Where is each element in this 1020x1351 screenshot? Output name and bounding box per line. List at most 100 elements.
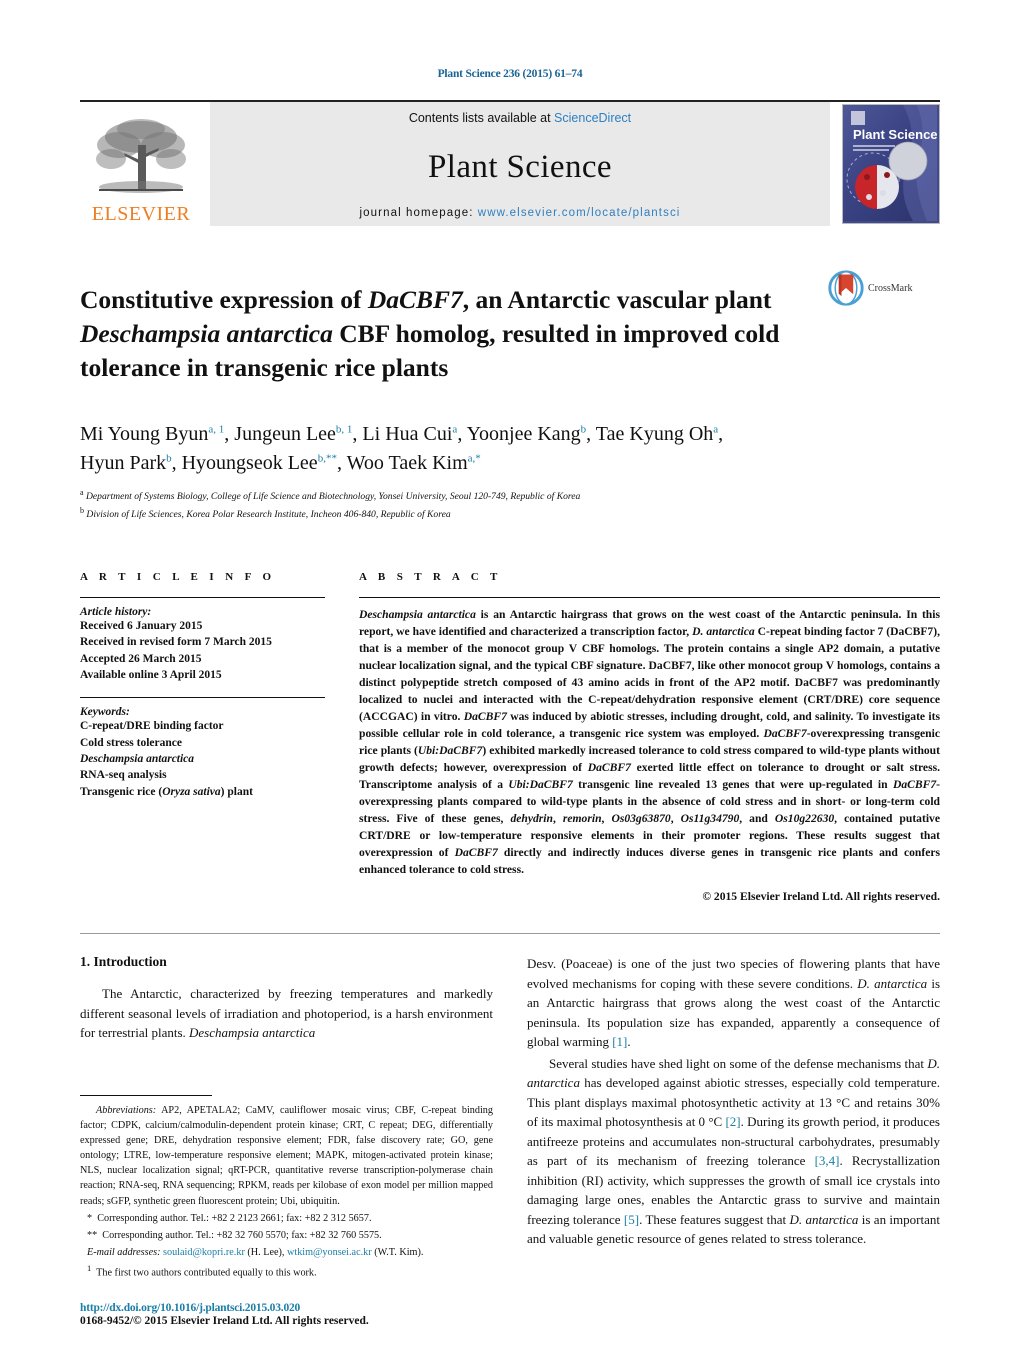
affiliation-b-marker: b (80, 505, 84, 515)
doi-block: http://dx.doi.org/10.1016/j.plantsci.201… (80, 1302, 493, 1327)
title-part-4: tolerance in transgenic rice plants (80, 352, 449, 382)
running-head: Plant Science 236 (2015) 61–74 (437, 68, 583, 80)
doi-link[interactable]: http://dx.doi.org/10.1016/j.plantsci.201… (80, 1302, 493, 1314)
homepage-prefix: journal homepage: (359, 207, 478, 219)
affiliation-a-text: Department of Systems Biology, College o… (85, 491, 581, 503)
section-title-introduction: 1. Introduction (80, 954, 167, 970)
footnote-area: Abbreviations: AP2, APETALA2; CaMV, caul… (80, 1094, 493, 1327)
abbreviations-text: AP2, APETALA2; CaMV, cauliflower mosaic … (80, 1104, 493, 1207)
footnote-abbreviations: Abbreviations: AP2, APETALA2; CaMV, caul… (80, 1103, 493, 1209)
history-received: Received 6 January 2015 (80, 619, 203, 632)
contents-lists-line: Contents lists available at ScienceDirec… (409, 111, 631, 125)
abstract-column: A B S T R A C T Deschampsia antarctica i… (359, 570, 940, 904)
article-info-rule-top (80, 596, 325, 598)
email-link-2[interactable]: wtkim@yonsei.ac.kr (287, 1247, 372, 1258)
title-row: Constitutive expression of DaCBF7, an An… (80, 266, 940, 402)
journal-masthead: ELSEVIER Contents lists available at Sci… (80, 100, 940, 226)
history-revised: Received in revised form 7 March 2015 (80, 636, 272, 649)
keyword-3: Deschampsia antarctica (80, 751, 325, 767)
footnote-emails: E-mail addresses: soulaid@kopri.re.kr (H… (80, 1245, 493, 1260)
email-2-who: (W.T. Kim). (371, 1246, 424, 1258)
author-4-sup: b (580, 423, 587, 436)
article-info-heading: A R T I C L E I N F O (80, 570, 276, 583)
info-abstract-row: A R T I C L E I N F O Article history: R… (80, 570, 940, 904)
crossmark-badge[interactable]: CrossMark (828, 266, 940, 306)
history-online: Available online 3 April 2015 (80, 668, 222, 681)
journal-title: Plant Science (428, 148, 612, 185)
affiliation-a-marker: a (80, 487, 84, 497)
author-7: Hyoungseok Leeb,**, (181, 451, 347, 474)
svg-text:Plant Science: Plant Science (853, 127, 937, 142)
corr1-text: Corresponding author. Tel.: +82 2 2123 2… (97, 1212, 372, 1224)
abstract-copyright: © 2015 Elsevier Ireland Ltd. All rights … (702, 890, 940, 904)
citation-2[interactable]: [2] (725, 1114, 740, 1129)
body-column-left: 1. Introduction The Antarctic, character… (80, 954, 493, 1327)
article-info-rule-mid (80, 697, 325, 699)
body-columns: 1. Introduction The Antarctic, character… (80, 954, 940, 1327)
author-3-sup: a (452, 423, 458, 436)
footnote-corresponding-2: ** Corresponding author. Tel.: +82 32 76… (80, 1228, 493, 1243)
author-2: Jungeun Leeb, 1, (234, 422, 363, 445)
citation-1[interactable]: [1] (612, 1034, 627, 1049)
elsevier-logo: ELSEVIER (80, 102, 202, 226)
contents-prefix: Contents lists available at (408, 111, 555, 125)
corr2-marker: ** (87, 1229, 98, 1241)
author-5-sup: a (713, 423, 719, 436)
journal-homepage-line: journal homepage: www.elsevier.com/locat… (360, 207, 681, 219)
article-page: Plant Science 236 (2015) 61–74 ELSEVIER … (0, 0, 1020, 1351)
keyword-4: RNA-seq analysis (80, 769, 167, 782)
journal-cover-art: Plant Science (843, 105, 938, 221)
footnote-corresponding-1: * Corresponding author. Tel.: +82 2 2123… (80, 1211, 493, 1226)
affiliation-b-text: Division of Life Sciences, Korea Polar R… (86, 509, 451, 521)
author-7-sup: b,** (317, 452, 337, 465)
email-link-1[interactable]: soulaid@kopri.re.kr (163, 1247, 245, 1258)
abstract-heading: A B S T R A C T (359, 570, 502, 583)
affiliation-list: a Department of Systems Biology, College… (80, 487, 940, 523)
author-2-sup: b, 1 (335, 423, 353, 436)
article-info-column: A R T I C L E I N F O Article history: R… (80, 571, 325, 904)
affiliation-a: a Department of Systems Biology, College… (80, 487, 940, 505)
elsevier-wordmark: ELSEVIER (91, 203, 191, 225)
email-1-who: (H. Lee), (244, 1246, 287, 1258)
body-column-right: Desv. (Poaceae) is one of the just two s… (527, 954, 940, 1327)
equal-text: The first two authors contributed equall… (96, 1267, 317, 1279)
body-separator-rule (80, 933, 940, 935)
title-part-1: Constitutive expression of (80, 285, 368, 315)
crossmark-label: CrossMark (868, 282, 913, 294)
title-species-name: Deschampsia antarctica (80, 318, 333, 348)
author-4: Yoonjee Kangb, (466, 422, 596, 445)
email-label: E-mail addresses: (87, 1246, 161, 1258)
author-6: Hyun Parkb, (80, 451, 182, 474)
title-gene-name: DaCBF7 (367, 285, 463, 315)
abstract-rule (359, 596, 940, 598)
author-1: Mi Young Byuna, 1, (80, 422, 235, 445)
equal-marker: 1 (87, 1262, 92, 1273)
keyword-5: Transgenic rice (Oryza sativa) plant (80, 785, 253, 798)
abstract-text: Deschampsia antarctica is an Antarctic h… (359, 607, 940, 877)
keyword-1: C-repeat/DRE binding factor (80, 720, 224, 733)
keyword-5-species: Oryza sativa (162, 785, 221, 798)
elsevier-tree-icon (96, 119, 186, 193)
crossmark-icon (828, 270, 864, 306)
author-list: Mi Young Byuna, 1, Jungeun Leeb, 1, Li H… (80, 420, 940, 478)
author-3: Li Hua Cuia, (362, 422, 467, 445)
issn-copyright-line: 0168-9452/© 2015 Elsevier Ireland Ltd. A… (80, 1315, 369, 1328)
citation-3-4[interactable]: [3,4] (815, 1153, 840, 1168)
abbreviations-label: Abbreviations: (96, 1104, 157, 1116)
journal-homepage-link[interactable]: www.elsevier.com/locate/plantsci (478, 207, 681, 219)
footnote-equal-contribution: 1 The first two authors contributed equa… (80, 1262, 493, 1280)
intro-paragraph-left: The Antarctic, characterized by freezing… (80, 986, 493, 1041)
author-5: Tae Kyung Oha, (595, 422, 724, 445)
keywords-label: Keywords: (80, 706, 130, 719)
journal-cover-thumbnail: Plant Science (842, 104, 940, 224)
citation-5[interactable]: [5] (624, 1212, 639, 1227)
author-6-sup: b (166, 452, 172, 465)
corr2-text: Corresponding author. Tel.: +82 32 760 5… (102, 1229, 382, 1241)
affiliation-b: b Division of Life Sciences, Korea Polar… (80, 505, 940, 523)
keyword-2: Cold stress tolerance (80, 736, 182, 749)
title-part-3: CBF homolog, resulted in improved cold (332, 318, 780, 348)
article-history-label: Article history: (80, 605, 152, 618)
sciencedirect-link[interactable]: ScienceDirect (554, 111, 631, 125)
corr1-marker: * (87, 1212, 93, 1224)
title-part-2: , an Antarctic vascular plant (462, 285, 772, 315)
